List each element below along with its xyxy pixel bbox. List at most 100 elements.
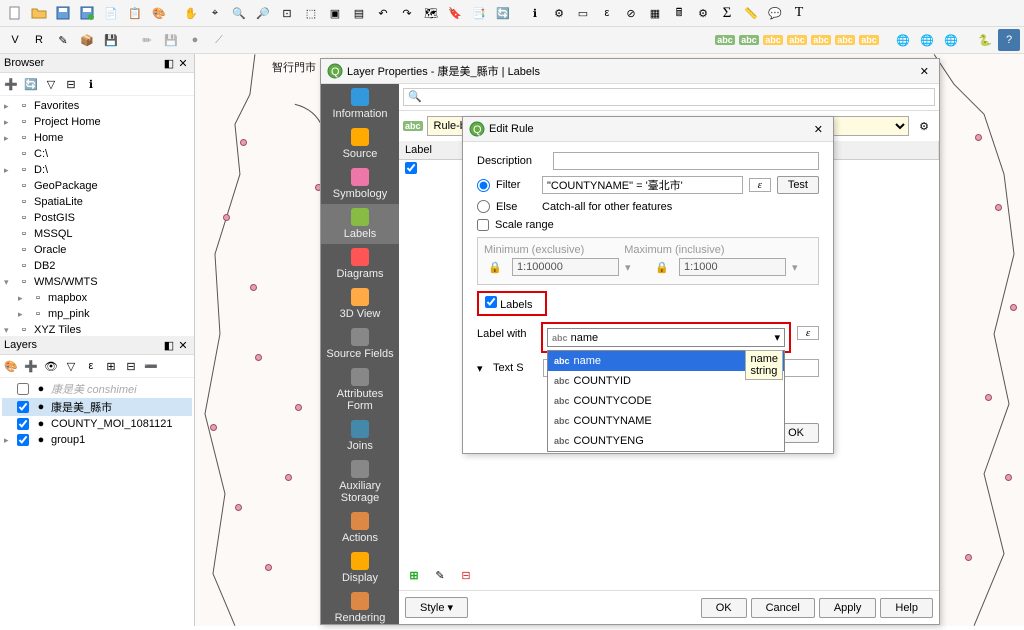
- plugin-1-icon[interactable]: 🌐: [892, 29, 914, 51]
- label-tool-2-icon[interactable]: abc: [738, 29, 760, 51]
- browser-node[interactable]: ▸▫mp_pink: [2, 306, 192, 322]
- labels-checkbox[interactable]: [485, 296, 497, 308]
- properties-tab-display[interactable]: Display: [321, 548, 399, 588]
- field-calc-icon[interactable]: 🖩: [668, 2, 690, 24]
- zoom-last-icon[interactable]: ↶: [372, 2, 394, 24]
- filter-input[interactable]: [542, 176, 743, 194]
- layers-expr-icon[interactable]: ε: [82, 357, 100, 375]
- layer-visibility-checkbox[interactable]: [17, 383, 29, 395]
- layer-item[interactable]: ●COUNTY_MOI_1081121: [2, 416, 192, 432]
- zoom-native-icon[interactable]: ⊡: [276, 2, 298, 24]
- properties-tab-joins[interactable]: Joins: [321, 416, 399, 456]
- properties-tab-attributes-form[interactable]: Attributes Form: [321, 364, 399, 416]
- help-button[interactable]: Help: [880, 598, 933, 618]
- browser-properties-icon[interactable]: ℹ: [82, 75, 100, 93]
- open-icon[interactable]: [28, 2, 50, 24]
- rule-checkbox[interactable]: [405, 162, 417, 174]
- test-button[interactable]: Test: [777, 176, 819, 194]
- label-tool-4-icon[interactable]: abc: [786, 29, 808, 51]
- browser-node[interactable]: ▫PostGIS: [2, 210, 192, 226]
- save-icon[interactable]: [52, 2, 74, 24]
- browser-node[interactable]: ▸▫mapbox: [2, 290, 192, 306]
- add-raster-icon[interactable]: R: [28, 29, 50, 51]
- properties-search-input[interactable]: [403, 88, 935, 106]
- measure-icon[interactable]: 📏: [740, 2, 762, 24]
- text-annotation-icon[interactable]: T: [788, 2, 810, 24]
- layer-visibility-checkbox[interactable]: [17, 418, 29, 430]
- bookmarks-icon[interactable]: 📑: [468, 2, 490, 24]
- properties-tab-actions[interactable]: Actions: [321, 508, 399, 548]
- expression-builder-icon[interactable]: ε: [749, 178, 771, 192]
- map-tips-icon[interactable]: 💬: [764, 2, 786, 24]
- layers-collapse-icon[interactable]: ⊟: [122, 357, 140, 375]
- deselect-icon[interactable]: ⊘: [620, 2, 642, 24]
- layout-manager-icon[interactable]: 📋: [124, 2, 146, 24]
- properties-tab-information[interactable]: Information: [321, 84, 399, 124]
- pan-icon[interactable]: ✋: [180, 2, 202, 24]
- layers-add-group-icon[interactable]: ➕: [22, 357, 40, 375]
- browser-filter-icon[interactable]: ▽: [42, 75, 60, 93]
- browser-close-icon[interactable]: ✕: [176, 56, 190, 70]
- properties-tab-source[interactable]: Source: [321, 124, 399, 164]
- zoom-next-icon[interactable]: ↷: [396, 2, 418, 24]
- select-icon[interactable]: ▭: [572, 2, 594, 24]
- layer-visibility-checkbox[interactable]: [17, 401, 29, 413]
- field-option[interactable]: abc COUNTYNAME: [548, 411, 784, 431]
- browser-node[interactable]: ▫C:\: [2, 146, 192, 162]
- edit-rule-close-icon[interactable]: ✕: [810, 123, 827, 136]
- browser-node[interactable]: ▫Oracle: [2, 242, 192, 258]
- browser-node[interactable]: ▫DB2: [2, 258, 192, 274]
- browser-node[interactable]: ▫GeoPackage: [2, 178, 192, 194]
- layers-visibility-icon[interactable]: 👁: [42, 357, 60, 375]
- label-tool-5-icon[interactable]: abc: [810, 29, 832, 51]
- style-manager-icon[interactable]: 🎨: [148, 2, 170, 24]
- zoom-layer-icon[interactable]: ▤: [348, 2, 370, 24]
- labeling-settings-icon[interactable]: ⚙: [913, 115, 935, 137]
- properties-tab-source-fields[interactable]: Source Fields: [321, 324, 399, 364]
- layers-style-icon[interactable]: 🎨: [2, 357, 20, 375]
- identify-icon[interactable]: ℹ: [524, 2, 546, 24]
- refresh-icon[interactable]: 🔄: [492, 2, 514, 24]
- edit-rule-icon[interactable]: ✎: [429, 564, 451, 586]
- zoom-full-icon[interactable]: ⬚: [300, 2, 322, 24]
- new-geopackage-icon[interactable]: 📦: [76, 29, 98, 51]
- add-vector-icon[interactable]: V: [4, 29, 26, 51]
- description-input[interactable]: [553, 152, 819, 170]
- layout-icon[interactable]: 📄: [100, 2, 122, 24]
- style-button[interactable]: Style ▾: [405, 597, 468, 618]
- layers-remove-icon[interactable]: ➖: [142, 357, 160, 375]
- properties-tab-auxiliary-storage[interactable]: Auxiliary Storage: [321, 456, 399, 508]
- ok-button[interactable]: OK: [701, 598, 747, 618]
- browser-node[interactable]: ▸▫Favorites: [2, 98, 192, 114]
- add-feature-icon[interactable]: ●: [184, 29, 206, 51]
- python-icon[interactable]: 🐍: [974, 29, 996, 51]
- toolbox-icon[interactable]: ⚙: [692, 2, 714, 24]
- apply-button[interactable]: Apply: [819, 598, 877, 618]
- browser-add-icon[interactable]: ➕: [2, 75, 20, 93]
- layers-filter-icon[interactable]: ▽: [62, 357, 80, 375]
- properties-tab-symbology[interactable]: Symbology: [321, 164, 399, 204]
- select-expr-icon[interactable]: ε: [596, 2, 618, 24]
- save-as-icon[interactable]: [76, 2, 98, 24]
- digitize-icon[interactable]: ⟋: [208, 29, 230, 51]
- new-memory-icon[interactable]: 💾: [100, 29, 122, 51]
- layer-item[interactable]: ●康是美 conshimei: [2, 380, 192, 398]
- cancel-button[interactable]: Cancel: [751, 598, 815, 618]
- browser-node[interactable]: ▸▫Project Home: [2, 114, 192, 130]
- layer-visibility-checkbox[interactable]: [17, 434, 29, 446]
- filter-radio[interactable]: [477, 179, 490, 192]
- properties-tab-3d-view[interactable]: 3D View: [321, 284, 399, 324]
- browser-node[interactable]: ▸▫Home: [2, 130, 192, 146]
- layer-properties-close-icon[interactable]: ✕: [916, 65, 933, 78]
- properties-tab-diagrams[interactable]: Diagrams: [321, 244, 399, 284]
- add-rule-icon[interactable]: ⊞: [403, 564, 425, 586]
- label-tool-6-icon[interactable]: abc: [834, 29, 856, 51]
- zoom-out-icon[interactable]: 🔎: [252, 2, 274, 24]
- layers-expand-icon[interactable]: ⊞: [102, 357, 120, 375]
- browser-collapse-icon[interactable]: ⊟: [62, 75, 80, 93]
- help-icon[interactable]: ?: [998, 29, 1020, 51]
- properties-tab-rendering[interactable]: Rendering: [321, 588, 399, 624]
- label-tool-7-icon[interactable]: abc: [858, 29, 880, 51]
- scale-range-checkbox[interactable]: [477, 219, 489, 231]
- browser-node[interactable]: ▾▫XYZ Tiles: [2, 322, 192, 336]
